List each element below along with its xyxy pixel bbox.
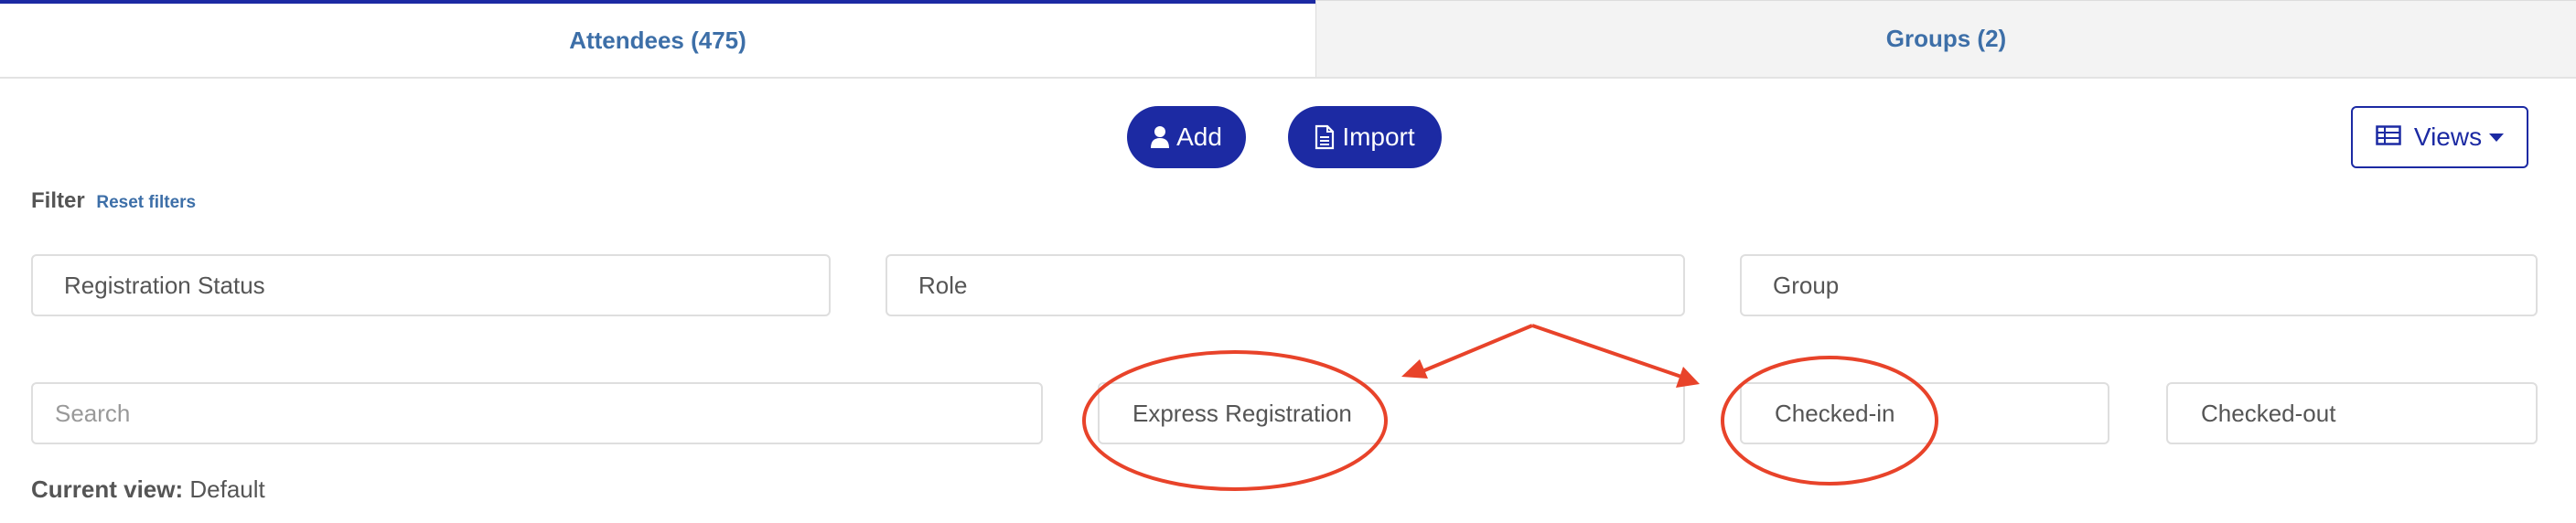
search-placeholder: Search: [55, 399, 131, 427]
checked-out-label: Checked-out: [2201, 399, 2336, 427]
group-label: Group: [1773, 271, 1840, 299]
current-view-label: Current view:: [31, 475, 184, 503]
add-button[interactable]: Add: [1127, 106, 1246, 168]
user-icon: [1151, 125, 1170, 149]
search-input[interactable]: Search: [31, 382, 1043, 444]
import-button[interactable]: Import: [1288, 106, 1442, 168]
registration-status-label: Registration Status: [64, 271, 265, 299]
tab-groups-label: Groups (2): [1885, 25, 2007, 52]
checked-out-select[interactable]: Checked-out: [2166, 382, 2538, 444]
views-button-label: Views: [2413, 123, 2483, 151]
annotation-arrow-right: [1531, 324, 1682, 379]
reset-filters-link[interactable]: Reset filters: [96, 193, 196, 212]
filter-label: Filter: [31, 188, 85, 213]
tab-bar: Attendees (475) Groups (2): [0, 0, 2576, 79]
table-icon: [2376, 123, 2401, 152]
views-button[interactable]: Views: [2351, 106, 2528, 168]
role-label: Role: [918, 271, 968, 299]
filter-header: Filter Reset filters: [31, 188, 196, 214]
group-select[interactable]: Group: [1740, 254, 2538, 316]
role-select[interactable]: Role: [886, 254, 1685, 316]
current-view-value: Default: [189, 475, 265, 503]
express-registration-select[interactable]: Express Registration: [1098, 382, 1685, 444]
annotation-arrow-left: [1422, 324, 1533, 373]
tab-attendees-label: Attendees (475): [569, 26, 746, 54]
tab-groups[interactable]: Groups (2): [1315, 0, 2576, 77]
checked-in-select[interactable]: Checked-in: [1740, 382, 2109, 444]
add-button-label: Add: [1176, 123, 1222, 151]
express-registration-label: Express Registration: [1132, 399, 1352, 427]
annotation-arrowhead-left: [1401, 359, 1428, 379]
registration-status-select[interactable]: Registration Status: [31, 254, 831, 316]
checked-in-label: Checked-in: [1775, 399, 1895, 427]
tab-attendees[interactable]: Attendees (475): [0, 0, 1315, 77]
import-button-label: Import: [1342, 123, 1415, 151]
current-view: Current view: Default: [31, 475, 265, 504]
caret-down-icon: [2489, 133, 2505, 142]
document-icon: [1315, 124, 1335, 150]
